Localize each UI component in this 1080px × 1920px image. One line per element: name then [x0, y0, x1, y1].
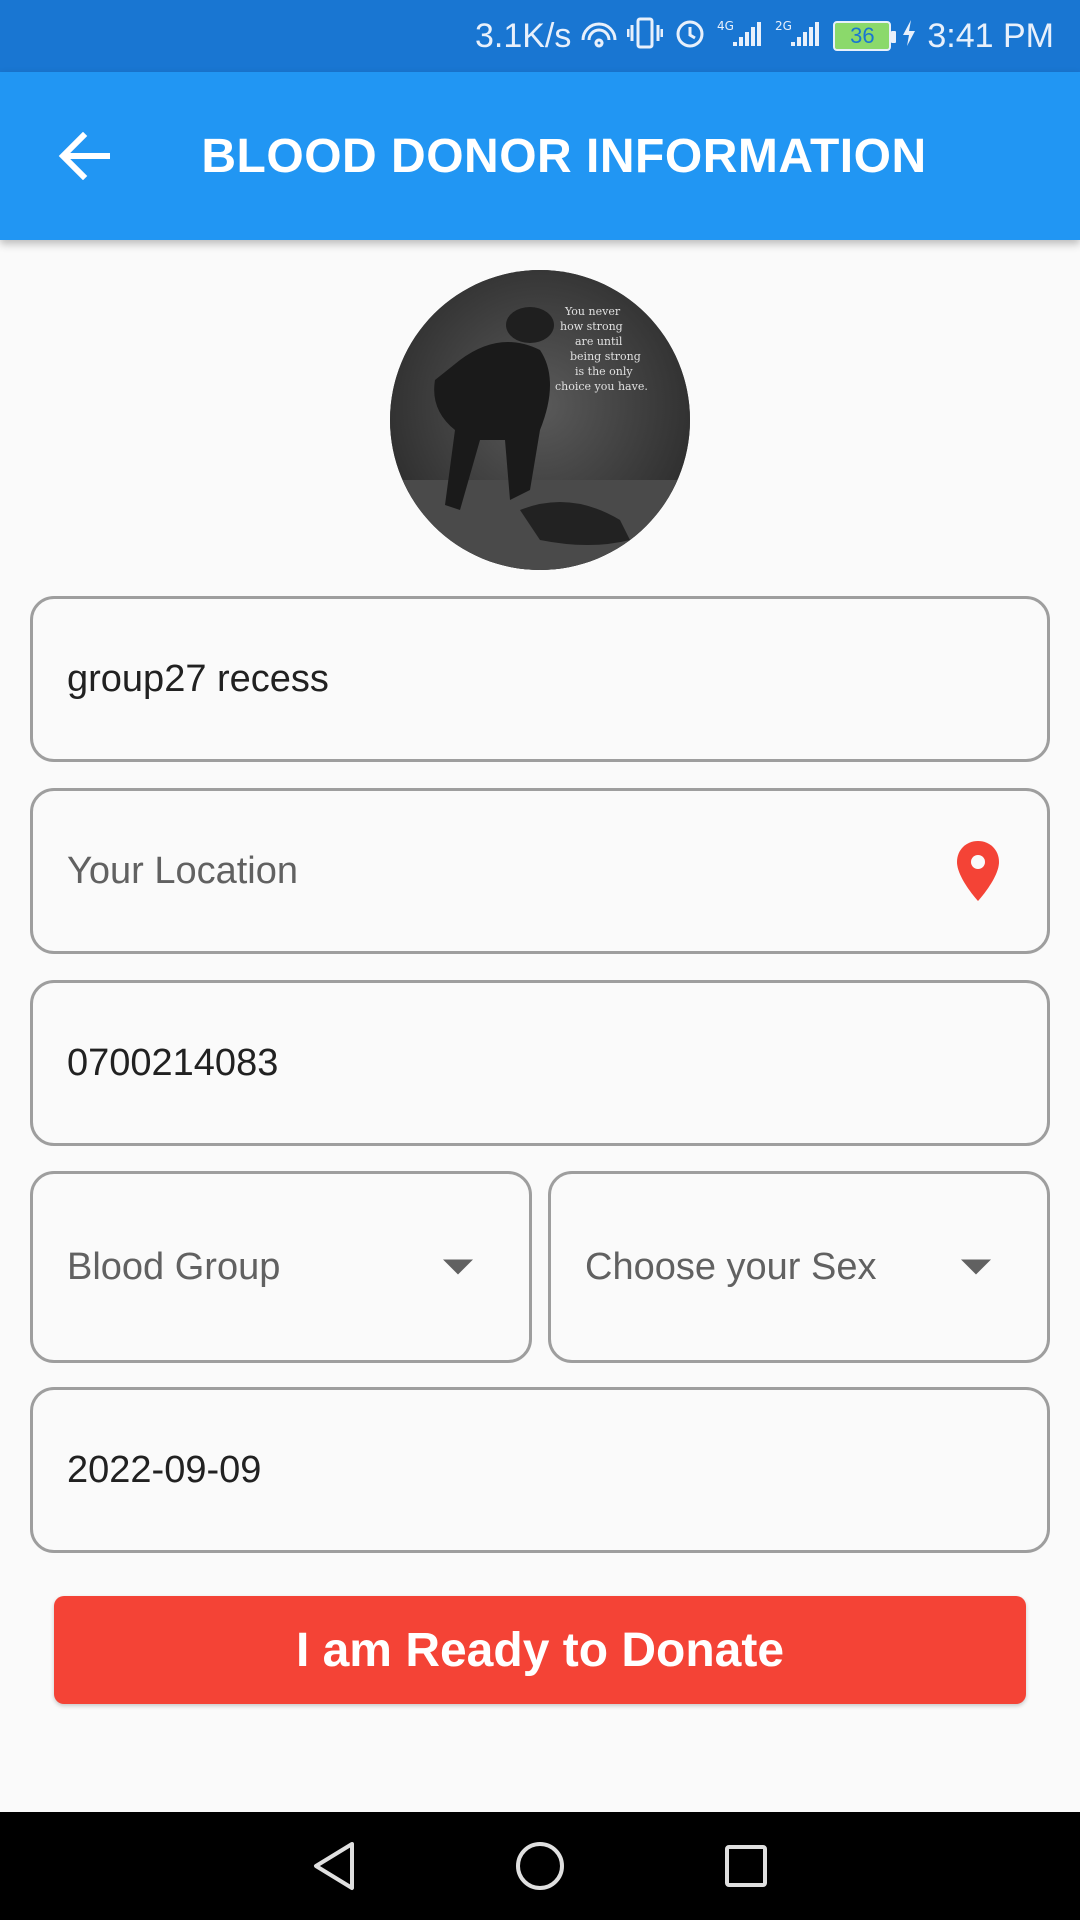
- nav-back-button[interactable]: [306, 1838, 362, 1894]
- phone-value: 0700214083: [67, 1041, 279, 1084]
- name-value: group27 recess: [67, 657, 329, 700]
- page-title: BLOOD DONOR INFORMATION: [201, 129, 927, 183]
- blood-group-placeholder: Blood Group: [67, 1245, 281, 1288]
- signal-2g-icon: 2G: [775, 16, 823, 56]
- signal-4g-icon: 4G: [717, 16, 765, 56]
- network-speed: 3.1K/s: [474, 16, 572, 55]
- alarm-icon: [673, 16, 707, 56]
- date-value: 2022-09-09: [67, 1448, 262, 1491]
- location-pin-icon[interactable]: [953, 839, 1003, 903]
- battery-icon: 36: [833, 21, 897, 51]
- blood-group-dropdown[interactable]: Blood Group: [30, 1171, 532, 1363]
- nav-home-icon: [516, 1842, 564, 1890]
- charging-icon: [901, 18, 917, 54]
- location-placeholder: Your Location: [67, 849, 299, 892]
- status-bar: 3.1K/s 4G 2G 36 3:41 PM: [0, 0, 1080, 72]
- nav-home-button[interactable]: [512, 1838, 568, 1894]
- sex-placeholder: Choose your Sex: [585, 1245, 877, 1288]
- donate-button[interactable]: I am Ready to Donate: [54, 1596, 1026, 1704]
- system-nav-bar: [0, 1812, 1080, 1920]
- date-field[interactable]: 2022-09-09: [30, 1387, 1050, 1553]
- name-field[interactable]: group27 recess: [30, 596, 1050, 762]
- dropdown-arrow-icon: [443, 1259, 473, 1275]
- phone-field[interactable]: 0700214083: [30, 980, 1050, 1146]
- vibrate-icon: [626, 16, 664, 56]
- svg-text:4G: 4G: [717, 19, 734, 33]
- dropdown-arrow-icon: [961, 1259, 991, 1275]
- app-bar: BLOOD DONOR INFORMATION: [0, 72, 1080, 240]
- nav-recents-button[interactable]: [718, 1838, 774, 1894]
- nav-back-icon: [314, 1842, 354, 1890]
- clock: 3:41 PM: [927, 16, 1054, 55]
- avatar[interactable]: You never how strong are until being str…: [390, 270, 690, 570]
- svg-text:2G: 2G: [775, 19, 792, 33]
- sex-dropdown[interactable]: Choose your Sex: [548, 1171, 1050, 1363]
- nav-recents-icon: [725, 1845, 767, 1887]
- location-field[interactable]: Your Location: [30, 788, 1050, 954]
- hotspot-icon: [581, 18, 617, 54]
